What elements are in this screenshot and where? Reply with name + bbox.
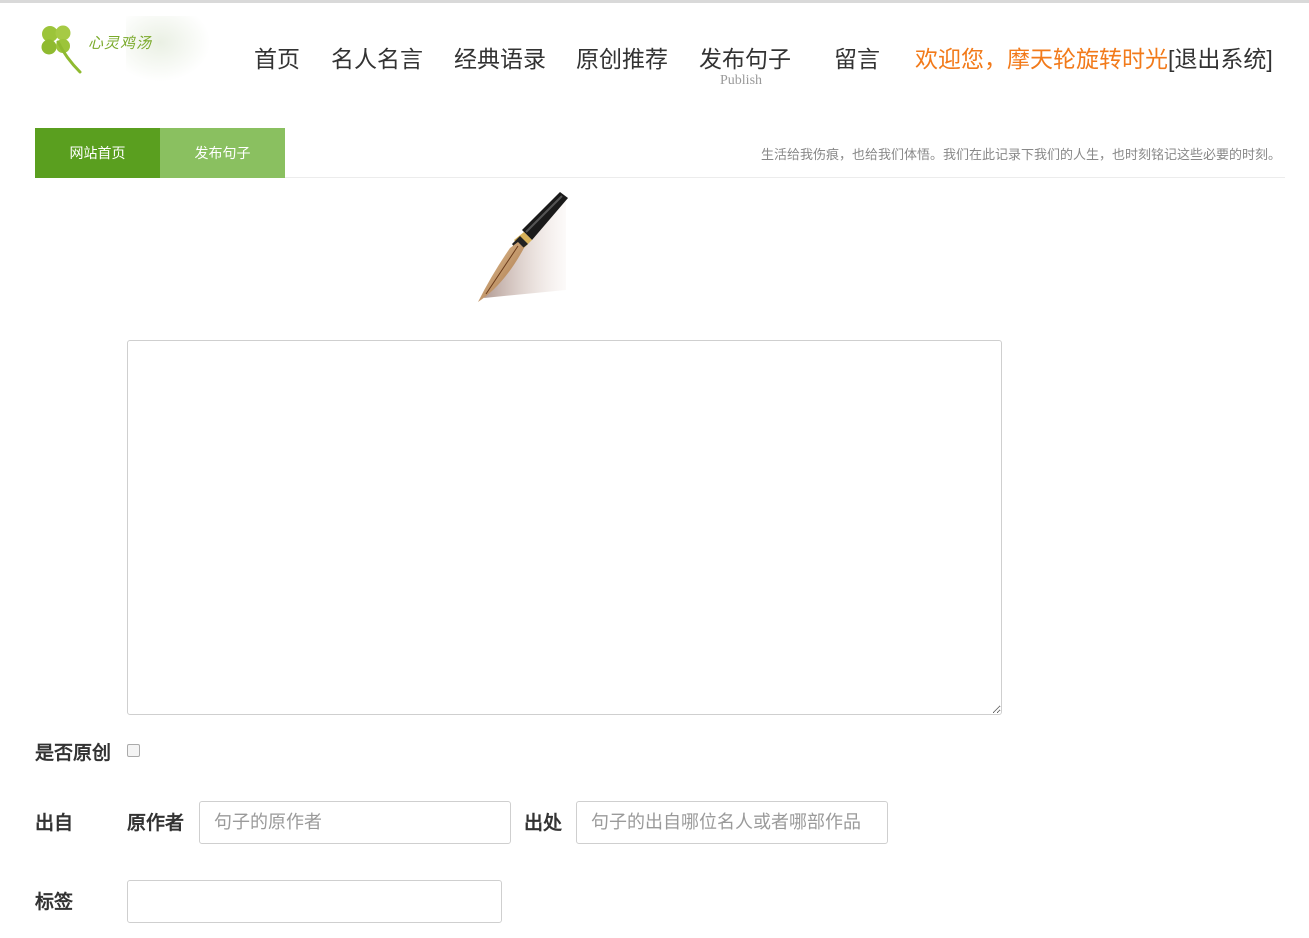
origin-label: 出处 [524, 813, 563, 834]
nav-message[interactable]: 留言 [834, 40, 880, 74]
nav-classic-quotes[interactable]: 经典语录 [454, 40, 546, 74]
welcome-message: 欢迎您，摩天轮旋转时光[退出系统] [915, 40, 1273, 74]
fountain-pen-icon [478, 192, 568, 302]
tab-publish-sentence[interactable]: 发布句子 [160, 128, 285, 178]
source-label: 出自 [35, 813, 74, 834]
author-input[interactable] [199, 801, 511, 844]
logout-link[interactable]: [退出系统] [1168, 46, 1273, 72]
tags-input[interactable] [127, 880, 502, 923]
slogan-text: 生活给我伤痕，也给我们体悟。我们在此记录下我们的人生，也时刻铭记这些必要的时刻。 [760, 148, 1281, 163]
nav-publish-sublabel: Publish [720, 73, 763, 88]
tab-bar: 网站首页 发布句子 生活给我伤痕，也给我们体悟。我们在此记录下我们的人生，也时刻… [35, 128, 1285, 178]
origin-input[interactable] [576, 801, 888, 844]
author-label: 原作者 [127, 813, 185, 834]
welcome-text: 欢迎您，摩天轮旋转时光 [915, 46, 1168, 72]
is-original-checkbox[interactable] [127, 744, 140, 757]
nav-home[interactable]: 首页 [254, 40, 300, 74]
top-border [0, 0, 1309, 3]
sentence-content-textarea[interactable] [127, 340, 1002, 715]
tab-site-home[interactable]: 网站首页 [35, 128, 160, 178]
nav-publish[interactable]: 发布句子 [699, 40, 791, 74]
tags-label: 标签 [35, 892, 74, 913]
site-logo[interactable]: 心灵鸡汤 [36, 16, 211, 82]
nav-original-picks[interactable]: 原创推荐 [576, 40, 668, 74]
nav-famous-quotes[interactable]: 名人名言 [331, 40, 423, 74]
clover-icon [41, 25, 82, 74]
is-original-label: 是否原创 [35, 743, 112, 764]
logo-text: 心灵鸡汤 [88, 34, 153, 52]
